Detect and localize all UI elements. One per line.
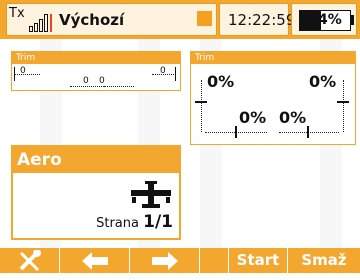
model-name: Aero [13, 147, 179, 173]
trim-horizontal-bottom-right [279, 132, 339, 133]
battery-box: 64% [291, 3, 357, 36]
prev-softkey[interactable] [60, 248, 130, 273]
trim-right-value-3: 0% [239, 108, 267, 127]
trim-value-3: 0 [99, 76, 105, 86]
wrench-screwdriver-icon [19, 249, 41, 272]
trim-panel-right-title: Trim [191, 52, 355, 64]
trim-vertical-right-marker [337, 101, 349, 103]
page-label: Strana [96, 216, 139, 231]
tx-label: Tx [9, 6, 25, 21]
arrow-right-icon [151, 252, 178, 270]
signal-strength-icon [29, 10, 53, 32]
clear-button[interactable]: Smaž [288, 248, 360, 273]
trim-right-value-4: 0% [279, 108, 307, 127]
profile-box[interactable]: Tx Výchozí [6, 3, 217, 36]
airplane-icon [129, 181, 173, 211]
trim-panel-left[interactable]: Trim 0 0 0 0 [11, 51, 181, 91]
page-indicator: Strana 1/1 [96, 212, 173, 232]
trim-vertical-left [201, 80, 202, 132]
status-bar: Tx Výchozí 12:22:59 64% [0, 0, 360, 39]
trim-horizontal-bottom-right-marker [307, 126, 309, 138]
trim-vertical-left-marker [195, 101, 207, 103]
clock: 12:22:59 [228, 11, 296, 29]
battery-icon: 64% [299, 10, 351, 31]
trim-value-4: 0 [160, 66, 166, 76]
trim-value-2: 0 [83, 76, 89, 86]
model-panel[interactable]: Aero Strana 1/1 [11, 145, 181, 240]
settings-softkey[interactable] [0, 248, 60, 273]
clock-box[interactable]: 12:22:59 [219, 3, 295, 36]
next-softkey[interactable] [130, 248, 200, 273]
softkey-bar: Start Smaž [0, 248, 360, 273]
start-button[interactable]: Start [228, 248, 288, 273]
profile-name: Výchozí [59, 11, 125, 29]
trim-horizontal-bottom-left-marker [235, 126, 237, 138]
trim-bar-3 [104, 86, 134, 87]
battery-nub [351, 15, 354, 25]
battery-percent: 64% [308, 12, 342, 28]
trim-right-value-2: 0% [309, 72, 337, 91]
trim-value-1: 0 [20, 66, 26, 76]
trim-panel-left-title: Trim [12, 52, 180, 64]
record-indicator-icon [197, 11, 212, 26]
trim-right-value-1: 0% [207, 72, 235, 91]
arrow-left-icon [81, 252, 108, 270]
trim-bar-1 [14, 74, 40, 75]
page-value: 1/1 [143, 212, 173, 232]
trim-panel-right[interactable]: Trim 0% 0% 0% 0% [190, 51, 356, 145]
trim-vertical-right [343, 80, 344, 132]
trim-bar-4-tick [175, 67, 176, 81]
